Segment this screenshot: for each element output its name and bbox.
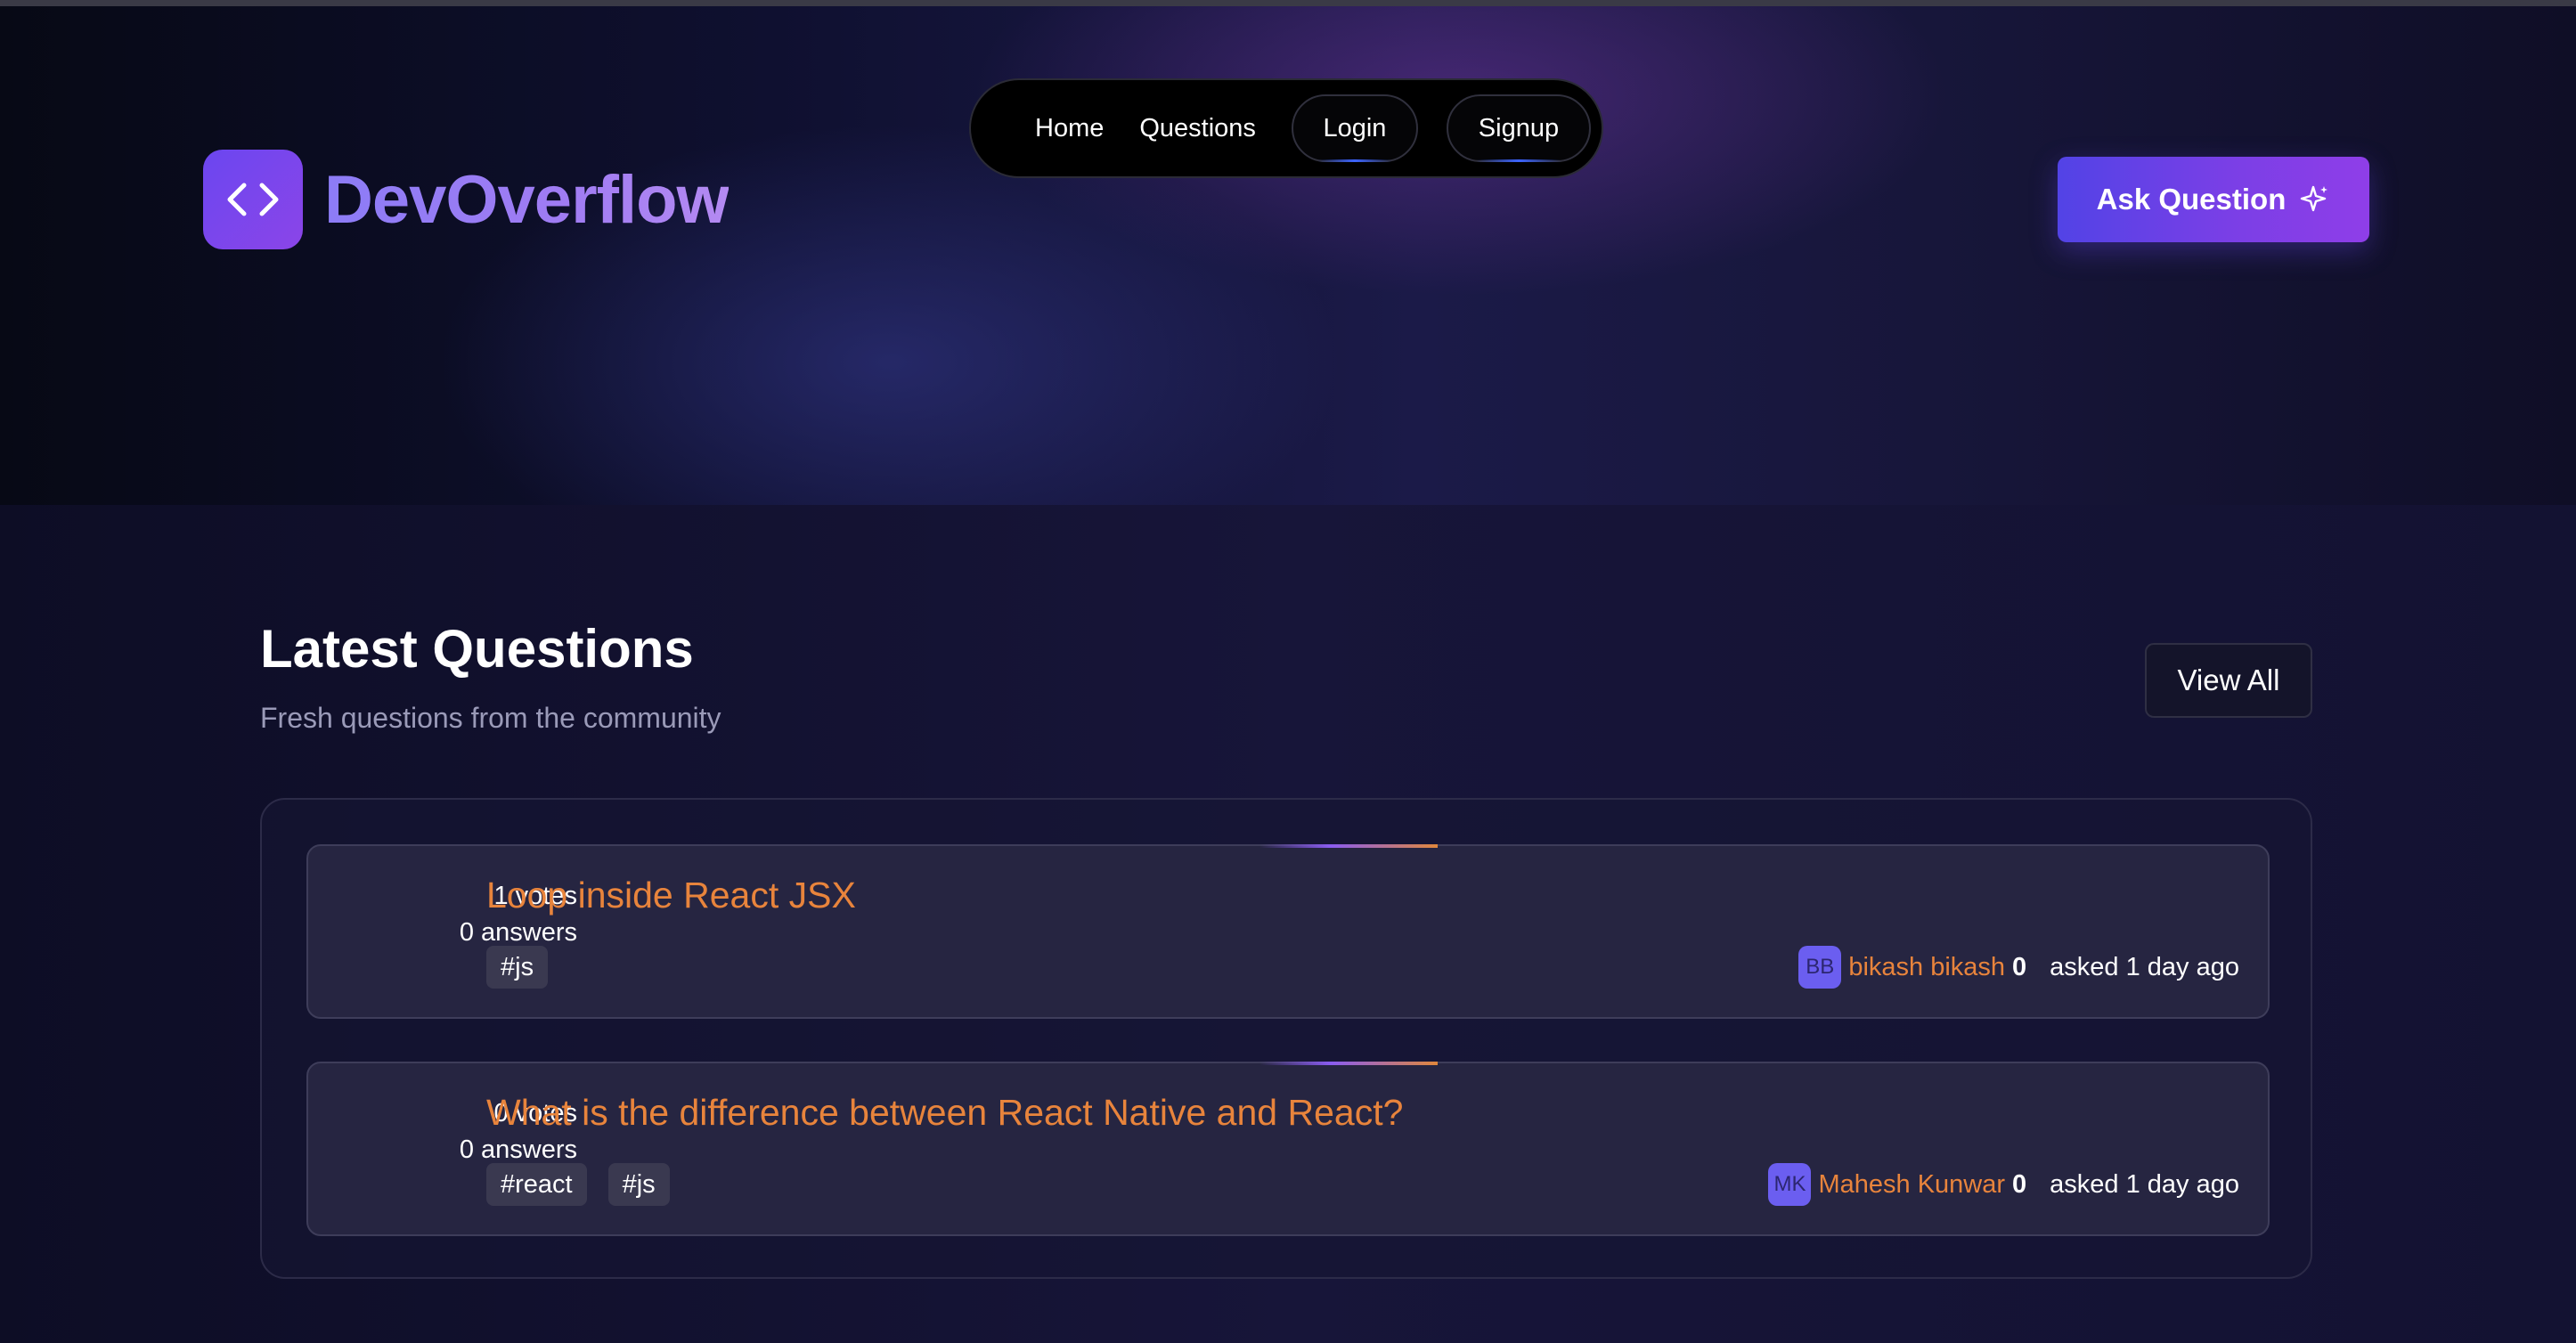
section-title: Latest Questions (260, 619, 694, 679)
author-reputation: 0 (2012, 1169, 2027, 1199)
section-subtitle: Fresh questions from the community (260, 702, 721, 734)
nav-link-home[interactable]: Home (1035, 114, 1104, 143)
sparkles-icon (2300, 184, 2330, 215)
login-glow (1317, 159, 1392, 162)
question-meta: BB bikash bikash 0 asked 1 day ago (1798, 946, 2239, 989)
questions-panel: 1 votes 0 answers Loop inside React JSX … (260, 798, 2312, 1279)
card-top-glow (1259, 844, 1438, 848)
login-button[interactable]: Login (1291, 94, 1418, 162)
asked-time: asked 1 day ago (2050, 952, 2239, 981)
brand-logo[interactable]: DevOverflow (203, 150, 730, 249)
author-reputation: 0 (2012, 952, 2027, 981)
code-brackets-icon (203, 150, 303, 249)
author-link[interactable]: Mahesh Kunwar (1818, 1170, 2005, 1200)
question-card[interactable]: 1 votes 0 answers Loop inside React JSX … (306, 844, 2270, 1019)
question-tags: #react #js (486, 1163, 691, 1206)
author-link[interactable]: bikash bikash (1848, 953, 2005, 982)
brand-name: DevOverflow (324, 161, 730, 238)
window-top-border (0, 0, 2576, 6)
nav-link-questions[interactable]: Questions (1139, 114, 1256, 143)
main-nav: Home Questions Login Signup (969, 78, 1603, 178)
ask-question-label: Ask Question (2096, 183, 2287, 216)
tag-chip[interactable]: #react (486, 1163, 587, 1206)
question-meta: MK Mahesh Kunwar 0 asked 1 day ago (1768, 1163, 2239, 1206)
signup-button[interactable]: Signup (1446, 94, 1591, 162)
avatar: BB (1798, 946, 1842, 989)
asked-time: asked 1 day ago (2050, 1169, 2239, 1199)
tag-chip[interactable]: #js (607, 1163, 670, 1206)
question-title-link[interactable]: What is the difference between React Nat… (486, 1092, 1403, 1134)
signup-label: Signup (1478, 113, 1560, 142)
question-card[interactable]: 0 votes 0 answers What is the difference… (306, 1062, 2270, 1236)
question-tags: #js (486, 946, 569, 989)
question-title-link[interactable]: Loop inside React JSX (486, 875, 856, 916)
ask-question-button[interactable]: Ask Question (2058, 157, 2369, 242)
login-label: Login (1323, 113, 1387, 142)
tag-chip[interactable]: #js (486, 946, 549, 989)
card-top-glow (1259, 1062, 1438, 1065)
view-all-button[interactable]: View All (2145, 643, 2312, 718)
signup-glow (1476, 159, 1561, 162)
avatar: MK (1768, 1163, 1812, 1206)
